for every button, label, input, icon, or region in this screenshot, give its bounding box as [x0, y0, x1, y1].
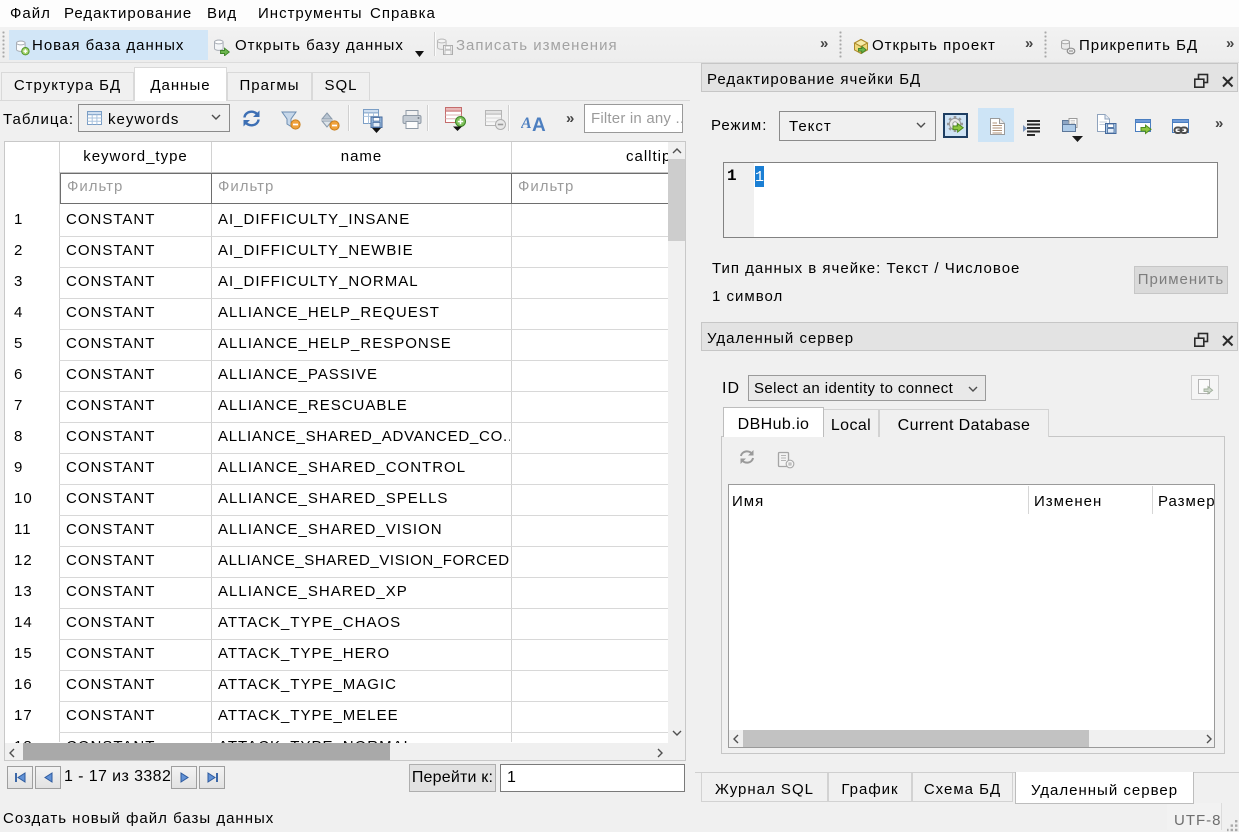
svg-text:A: A [532, 115, 547, 131]
svg-text:A: A [521, 115, 533, 131]
